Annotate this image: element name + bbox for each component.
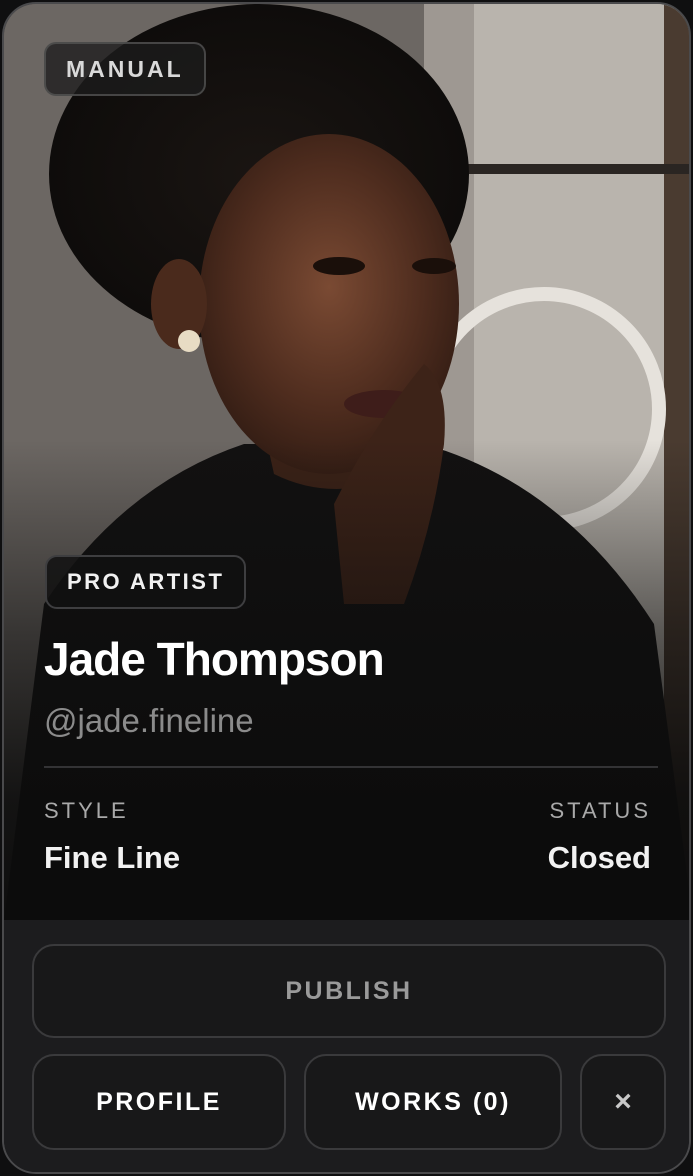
style-label: STYLE xyxy=(44,798,129,823)
artist-card: MANUAL PRO ARTIST Jade Thompson @jade.fi… xyxy=(2,2,691,1174)
close-icon: × xyxy=(614,1085,632,1118)
status-label: STATUS xyxy=(549,798,651,823)
manual-badge: MANUAL xyxy=(44,42,206,96)
action-bar: PUBLISH PROFILE WORKS (0) × xyxy=(4,920,689,1172)
style-value: Fine Line xyxy=(44,840,181,875)
divider xyxy=(44,766,658,768)
artist-photo: MANUAL PRO ARTIST Jade Thompson @jade.fi… xyxy=(4,4,689,920)
status-value: Closed xyxy=(547,840,651,875)
works-button[interactable]: WORKS (0) xyxy=(304,1054,562,1150)
publish-button[interactable]: PUBLISH xyxy=(32,944,666,1038)
profile-button[interactable]: PROFILE xyxy=(32,1054,286,1150)
artist-handle[interactable]: @jade.fineline xyxy=(44,704,254,737)
artist-name: Jade Thompson xyxy=(44,633,385,685)
pro-artist-badge: PRO ARTIST xyxy=(45,555,247,609)
close-button[interactable]: × xyxy=(580,1054,666,1150)
